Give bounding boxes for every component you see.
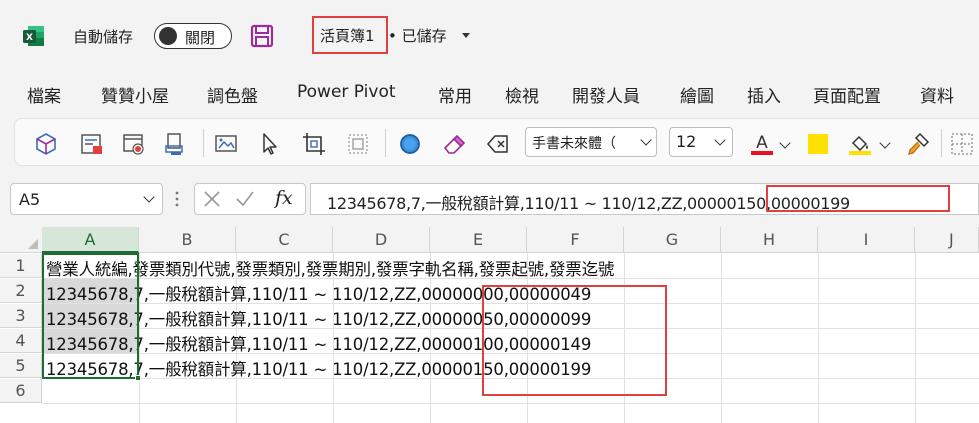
save-icon[interactable] <box>250 24 274 48</box>
row-header-3[interactable]: 3 <box>0 304 42 328</box>
column-header-d[interactable]: D <box>333 227 430 253</box>
column-header-a[interactable]: A <box>42 227 139 253</box>
cancel-icon[interactable] <box>203 190 221 208</box>
toggle-knob <box>159 27 177 45</box>
column-header-g[interactable]: G <box>624 227 721 253</box>
tab-insert[interactable]: 插入 <box>747 82 781 107</box>
svg-text:A: A <box>756 133 768 153</box>
autosave-label: 自動儲存 <box>73 28 134 46</box>
column-header-f[interactable]: F <box>527 227 624 253</box>
document-name[interactable]: 活頁簿1 <box>320 25 375 46</box>
selection-outline <box>42 253 139 379</box>
tab-page-layout[interactable]: 頁面配置 <box>813 82 881 107</box>
select-all-button[interactable] <box>0 227 42 253</box>
column-header-i[interactable]: I <box>818 227 915 253</box>
font-color-icon[interactable]: A <box>749 131 775 157</box>
tab-zanzan[interactable]: 贊贊小屋 <box>101 82 169 107</box>
fill-color-icon[interactable] <box>847 131 873 157</box>
title-bar: X 自動儲存 關閉 活頁簿1 • 已儲存 <box>0 0 979 68</box>
name-box[interactable]: A5 <box>10 183 163 215</box>
tab-draw[interactable]: 繪圖 <box>680 82 714 107</box>
clear-format-icon[interactable] <box>485 131 511 157</box>
column-header-b[interactable]: B <box>139 227 236 253</box>
format-painter-icon[interactable] <box>905 131 931 157</box>
tab-developer[interactable]: 開發人員 <box>572 82 640 107</box>
tab-power-pivot[interactable]: Power Pivot <box>297 82 396 102</box>
font-name-dropdown[interactable]: 手書未來體（ <box>525 127 657 157</box>
save-status[interactable]: • 已儲存 <box>388 25 447 46</box>
quick-toolbar: 手書未來體（ 12 A <box>14 118 979 166</box>
grid-line <box>42 403 979 404</box>
chevron-down-icon <box>640 134 652 146</box>
toolbar-separator <box>203 129 204 157</box>
font-size-dropdown[interactable]: 12 <box>669 127 733 157</box>
row-header-5[interactable]: 5 <box>0 354 42 378</box>
crop-icon[interactable] <box>301 131 327 157</box>
tab-data[interactable]: 資料 <box>920 82 954 107</box>
row-header-4[interactable]: 4 <box>0 329 42 353</box>
fill-handle[interactable] <box>135 375 141 381</box>
3d-model-icon[interactable] <box>33 131 59 157</box>
more-options-icon[interactable] <box>174 190 180 208</box>
font-size-value: 12 <box>676 132 697 151</box>
insert-function-button[interactable]: fx <box>275 187 293 209</box>
spreadsheet-grid[interactable]: A B C D E F G H I J 1 2 3 4 5 6 營業人統編,發票… <box>0 227 979 423</box>
formula-actions: fx <box>194 183 306 215</box>
excel-logo-icon: X <box>23 26 44 46</box>
tab-palette[interactable]: 調色盤 <box>207 82 258 107</box>
form-icon[interactable] <box>79 131 105 157</box>
autosave-toggle[interactable]: 關閉 <box>154 23 232 49</box>
formula-highlight-box <box>766 185 950 212</box>
ribbon-tabs: 檔案 贊贊小屋 調色盤 Power Pivot 常用 檢視 開發人員 繪圖 插入… <box>0 75 979 115</box>
screenshot-icon[interactable] <box>213 131 239 157</box>
row-header-6[interactable]: 6 <box>0 379 42 403</box>
name-box-value: A5 <box>19 190 41 209</box>
confirm-icon[interactable] <box>235 190 255 208</box>
font-name-value: 手書未來體（ <box>532 136 616 152</box>
svg-text:X: X <box>26 33 33 43</box>
screen-reader-icon[interactable] <box>163 131 189 157</box>
circle-icon[interactable] <box>397 131 423 157</box>
chevron-down-icon <box>714 134 726 146</box>
chevron-down-icon[interactable] <box>462 33 470 38</box>
column-header-e[interactable]: E <box>430 227 527 253</box>
chevron-down-icon[interactable] <box>779 137 791 149</box>
select-pointer-icon[interactable] <box>257 131 283 157</box>
row-header-2[interactable]: 2 <box>0 279 42 303</box>
tab-home[interactable]: 常用 <box>438 82 472 107</box>
column-header-c[interactable]: C <box>236 227 333 253</box>
chevron-down-icon[interactable] <box>879 137 891 149</box>
tab-view[interactable]: 檢視 <box>505 82 539 107</box>
select-all-triangle <box>28 239 38 249</box>
chevron-down-icon <box>143 191 155 203</box>
eraser-icon[interactable] <box>441 131 467 157</box>
record-macro-icon[interactable] <box>121 131 147 157</box>
tab-file[interactable]: 檔案 <box>27 82 61 107</box>
toolbar-separator <box>385 129 386 157</box>
select-objects-icon[interactable] <box>345 131 371 157</box>
toolbar-separator <box>941 129 942 157</box>
invoice-range-highlight-box <box>482 285 667 396</box>
column-header-j[interactable]: J <box>915 227 979 253</box>
column-headers: A B C D E F G H I J <box>0 227 979 253</box>
borders-icon[interactable] <box>949 131 975 157</box>
toggle-state-label: 關閉 <box>185 29 216 47</box>
highlight-color-icon[interactable] <box>805 131 831 157</box>
column-header-h[interactable]: H <box>721 227 818 253</box>
row-header-1[interactable]: 1 <box>0 254 42 278</box>
